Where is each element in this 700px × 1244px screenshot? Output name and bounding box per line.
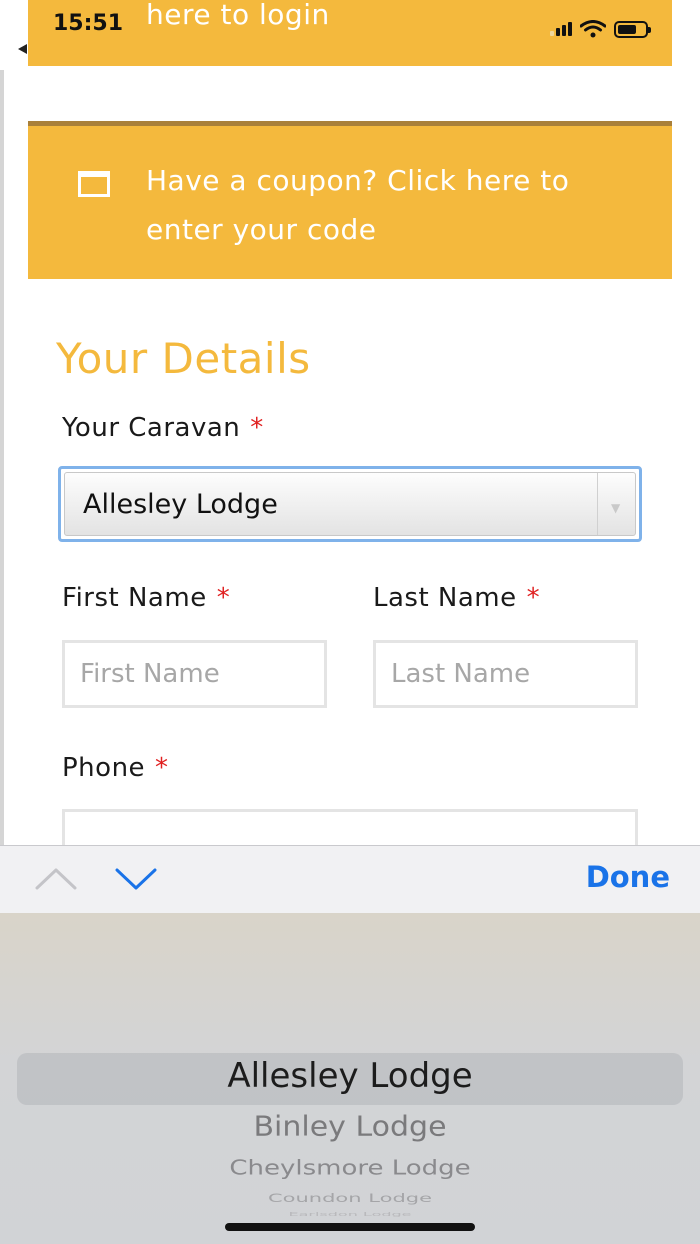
window-icon [78, 171, 110, 197]
status-icons [550, 20, 651, 38]
keyboard-toolbar: Done [0, 845, 700, 913]
picker-option[interactable]: Coundon Lodge [0, 1191, 700, 1204]
page-left-edge [0, 70, 4, 850]
done-button[interactable]: Done [586, 860, 670, 894]
first-name-field-box [62, 640, 327, 708]
last-name-field-box [373, 640, 638, 708]
section-title: Your Details [56, 334, 311, 383]
required-mark: * [526, 583, 541, 613]
caravan-select-value: Allesley Lodge [83, 489, 278, 520]
required-mark: * [216, 583, 231, 613]
caravan-label: Your Caravan * [62, 413, 264, 443]
caravan-label-text: Your Caravan [62, 413, 241, 443]
battery-icon [614, 20, 651, 38]
phone-label-text: Phone [62, 753, 146, 783]
required-mark: * [250, 413, 264, 443]
coupon-banner[interactable]: Have a coupon? Click here to enter your … [28, 121, 672, 279]
picker-option[interactable]: Cheylsmore Lodge [0, 1156, 700, 1180]
caravan-select[interactable]: Allesley Lodge ▼ [58, 466, 642, 542]
first-name-field[interactable] [65, 643, 324, 705]
chevron-up-icon[interactable] [34, 866, 78, 892]
picker-option[interactable]: Binley Lodge [0, 1110, 700, 1143]
wifi-icon [580, 20, 606, 38]
chevron-down-icon[interactable] [114, 866, 158, 892]
picker-option[interactable]: Allesley Lodge [0, 1056, 700, 1096]
login-banner-text[interactable]: here to login [146, 0, 330, 31]
home-indicator[interactable] [225, 1223, 475, 1231]
option-picker[interactable]: Allesley Lodge Binley Lodge Cheylsmore L… [0, 913, 700, 1244]
coupon-text[interactable]: Have a coupon? Click here to enter your … [146, 156, 646, 254]
picker-option[interactable]: Earlsdon Lodge [0, 1212, 700, 1218]
signal-icon [550, 22, 572, 36]
last-name-label-text: Last Name [373, 583, 517, 613]
required-mark: * [155, 753, 169, 783]
last-name-field[interactable] [376, 643, 635, 705]
back-indicator-icon[interactable] [18, 44, 27, 54]
first-name-label: First Name * [62, 583, 230, 613]
last-name-label: Last Name * [373, 583, 540, 613]
status-time: 15:51 [53, 11, 124, 36]
dropdown-arrow-icon: ▼ [611, 501, 621, 515]
first-name-label-text: First Name [62, 583, 207, 613]
phone-label: Phone * [62, 753, 169, 783]
